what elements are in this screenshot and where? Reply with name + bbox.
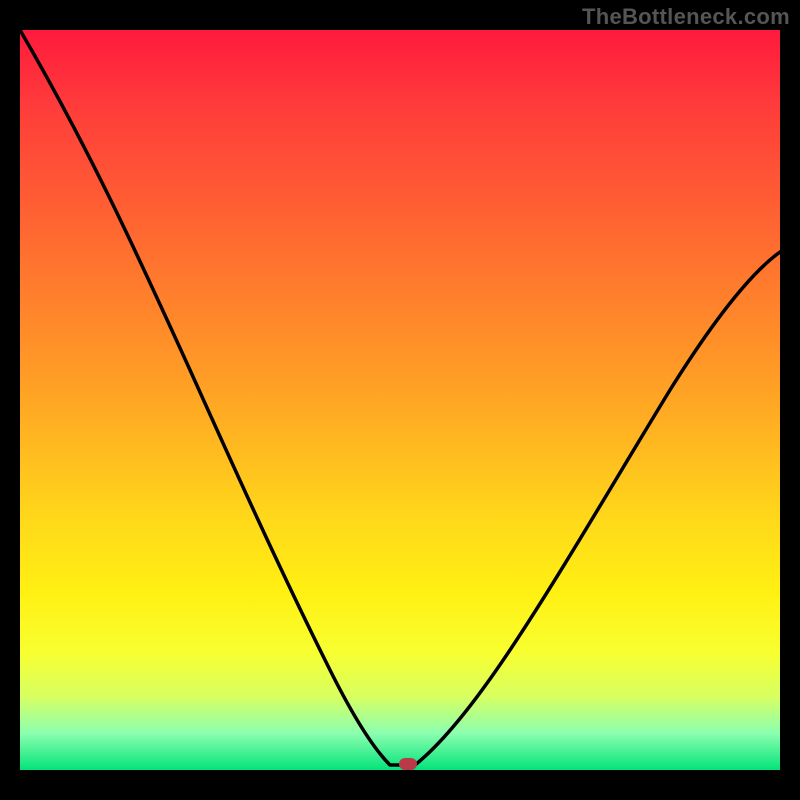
chart-frame: TheBottleneck.com: [0, 0, 800, 800]
plot-area: [20, 30, 780, 770]
watermark-text: TheBottleneck.com: [582, 4, 790, 30]
optimal-marker: [399, 758, 417, 770]
curve-path: [20, 30, 780, 765]
bottleneck-curve: [20, 30, 780, 770]
